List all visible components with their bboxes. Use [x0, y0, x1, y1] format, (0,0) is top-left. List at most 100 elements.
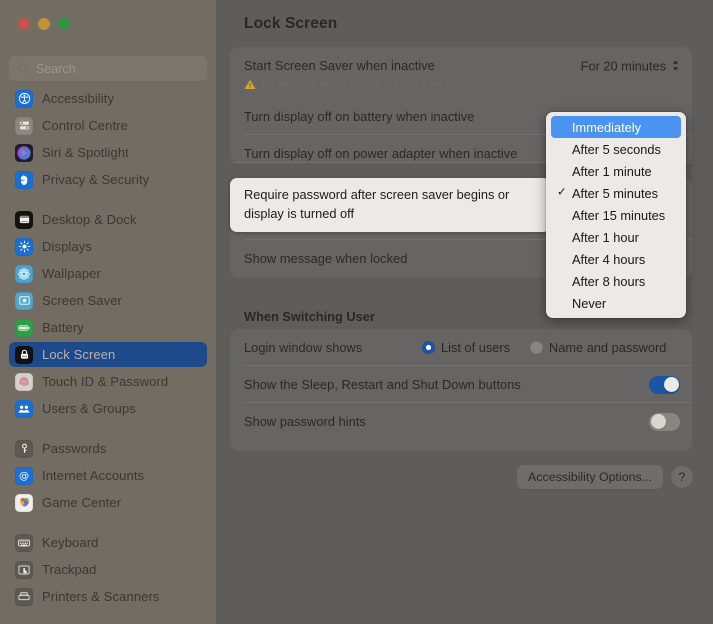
- menu-item-label: After 5 seconds: [572, 141, 661, 157]
- sidebar-item-battery[interactable]: Battery: [9, 315, 207, 340]
- sidebar-item-label: Desktop & Dock: [42, 212, 137, 227]
- checkmark-icon: ✓: [557, 186, 567, 199]
- sidebar-item-touch-id-password[interactable]: Touch ID & Password: [9, 369, 207, 394]
- sidebar-item-label: Accessibility: [42, 91, 115, 106]
- row-label: Turn display off on power adapter when i…: [244, 146, 518, 161]
- desktop-dock-icon: [15, 210, 33, 229]
- menu-item-label: After 1 hour: [572, 229, 639, 245]
- sidebar-item-label: Printers & Scanners: [42, 589, 160, 604]
- sidebar-group-1: Accessibility Control Centre Siri & Spot…: [0, 86, 216, 192]
- row-show-password-hints[interactable]: Show password hints: [230, 403, 692, 440]
- footer-buttons: Accessibility Options... ?: [517, 465, 693, 489]
- sleep-restart-shutdown-toggle[interactable]: [649, 375, 680, 394]
- displays-icon: [15, 237, 33, 256]
- toggle-knob: [663, 377, 679, 392]
- sidebar-item-label: Wallpaper: [42, 266, 101, 281]
- radio-button[interactable]: [530, 341, 543, 354]
- row-sleep-restart-shutdown[interactable]: Show the Sleep, Restart and Shut Down bu…: [230, 366, 692, 403]
- row-login-window-shows: Login window shows List of users Name an…: [230, 329, 692, 366]
- sidebar-item-desktop-dock[interactable]: Desktop & Dock: [9, 207, 207, 232]
- sidebar-item-printers-scanners[interactable]: Printers & Scanners: [9, 584, 207, 609]
- row-start-screen-saver[interactable]: Start Screen Saver when inactive For 20 …: [230, 47, 692, 84]
- sidebar-item-keyboard[interactable]: Keyboard: [9, 530, 207, 555]
- battery-icon: [15, 318, 33, 337]
- menu-item-label: Never: [572, 295, 607, 311]
- row-label: Show the Sleep, Restart and Shut Down bu…: [244, 377, 521, 392]
- minimize-button[interactable]: [38, 18, 50, 30]
- menu-item-after-5-minutes[interactable]: ✓ After 5 minutes: [551, 182, 681, 204]
- sidebar-item-wallpaper[interactable]: Wallpaper: [9, 261, 207, 286]
- lock-screen-icon: [15, 345, 33, 364]
- control-centre-icon: [15, 116, 33, 135]
- search-input[interactable]: [36, 61, 199, 76]
- sidebar-item-displays[interactable]: Displays: [9, 234, 207, 259]
- internet-accounts-icon: @: [15, 466, 33, 485]
- keyboard-icon: [15, 533, 33, 552]
- sidebar-item-label: Privacy & Security: [42, 172, 150, 187]
- sidebar-item-label: Control Centre: [42, 118, 128, 133]
- settings-card-switching-user: Login window shows List of users Name an…: [230, 329, 692, 451]
- screen-saver-delay-dropdown-menu[interactable]: Immediately After 5 seconds After 1 minu…: [546, 112, 686, 318]
- require-password-label: Require password after screen saver begi…: [244, 187, 510, 221]
- users-groups-icon: [15, 399, 33, 418]
- zoom-button[interactable]: [58, 18, 70, 30]
- sidebar-item-label: Passwords: [42, 441, 107, 456]
- game-center-icon: [15, 493, 33, 512]
- row-label: Show message when locked: [244, 251, 408, 266]
- sidebar-item-users-groups[interactable]: Users & Groups: [9, 396, 207, 421]
- search-field[interactable]: [9, 56, 207, 81]
- screen-saver-icon: [15, 291, 33, 310]
- sidebar-divider: [0, 423, 216, 436]
- row-label: Login window shows: [244, 340, 363, 355]
- sidebar-group-4: Keyboard Trackpad Printers & Scanners: [0, 530, 216, 609]
- touch-id-icon: [15, 372, 33, 391]
- sidebar-item-label: Internet Accounts: [42, 468, 145, 483]
- sidebar-item-accessibility[interactable]: Accessibility: [9, 86, 207, 111]
- menu-item-after-15-minutes[interactable]: After 15 minutes: [551, 204, 681, 226]
- sidebar-divider: [0, 194, 216, 207]
- radio-option-name-and-password[interactable]: Name and password: [530, 340, 666, 355]
- menu-item-after-1-minute[interactable]: After 1 minute: [551, 160, 681, 182]
- menu-item-label: After 8 hours: [572, 273, 646, 289]
- menu-item-immediately[interactable]: Immediately: [551, 116, 681, 138]
- close-button[interactable]: [18, 18, 30, 30]
- help-button[interactable]: ?: [671, 466, 693, 488]
- sidebar-item-control-centre[interactable]: Control Centre: [9, 113, 207, 138]
- login-window-radio-group[interactable]: List of users Name and password: [422, 340, 666, 355]
- menu-item-after-5-seconds[interactable]: After 5 seconds: [551, 138, 681, 160]
- sidebar-item-label: Displays: [42, 239, 92, 254]
- siri-icon: [15, 143, 33, 162]
- menu-item-label: After 5 minutes: [572, 185, 659, 201]
- sidebar-divider: [0, 517, 216, 530]
- menu-item-label: After 15 minutes: [572, 207, 666, 223]
- sidebar-item-siri-spotlight[interactable]: Siri & Spotlight: [9, 140, 207, 165]
- accessibility-options-button[interactable]: Accessibility Options...: [517, 465, 663, 489]
- sidebar-item-internet-accounts[interactable]: @ Internet Accounts: [9, 463, 207, 488]
- radio-label: Name and password: [549, 340, 667, 355]
- screen-saver-delay-value: For 20 minutes: [580, 58, 666, 73]
- page-title: Lock Screen: [244, 15, 338, 32]
- menu-item-after-4-hours[interactable]: After 4 hours: [551, 248, 681, 270]
- sidebar-item-lock-screen[interactable]: Lock Screen: [9, 342, 207, 367]
- trackpad-icon: [15, 560, 33, 579]
- menu-item-after-1-hour[interactable]: After 1 hour: [551, 226, 681, 248]
- sidebar-item-label: Battery: [42, 320, 84, 335]
- search-icon: [18, 63, 30, 75]
- row-label: Turn display off on battery when inactiv…: [244, 109, 475, 124]
- sidebar-nav-list[interactable]: Accessibility Control Centre Siri & Spot…: [0, 86, 216, 624]
- radio-option-list-of-users[interactable]: List of users: [422, 340, 510, 355]
- menu-item-after-8-hours[interactable]: After 8 hours: [551, 270, 681, 292]
- menu-item-never[interactable]: Never: [551, 292, 681, 314]
- wallpaper-icon: [15, 264, 33, 283]
- screen-saver-delay-popup[interactable]: For 20 minutes: [581, 58, 680, 73]
- require-password-focused-row[interactable]: Require password after screen saver begi…: [230, 178, 550, 232]
- sidebar-item-trackpad[interactable]: Trackpad: [9, 557, 207, 582]
- password-hints-toggle[interactable]: [649, 412, 680, 431]
- passwords-icon: [15, 439, 33, 458]
- sidebar-group-3: Passwords @ Internet Accounts Game Cente…: [0, 436, 216, 515]
- sidebar-item-game-center[interactable]: Game Center: [9, 490, 207, 515]
- sidebar-item-passwords[interactable]: Passwords: [9, 436, 207, 461]
- radio-button[interactable]: [422, 341, 435, 354]
- sidebar-item-privacy-security[interactable]: Privacy & Security: [9, 167, 207, 192]
- sidebar-item-screen-saver[interactable]: Screen Saver: [9, 288, 207, 313]
